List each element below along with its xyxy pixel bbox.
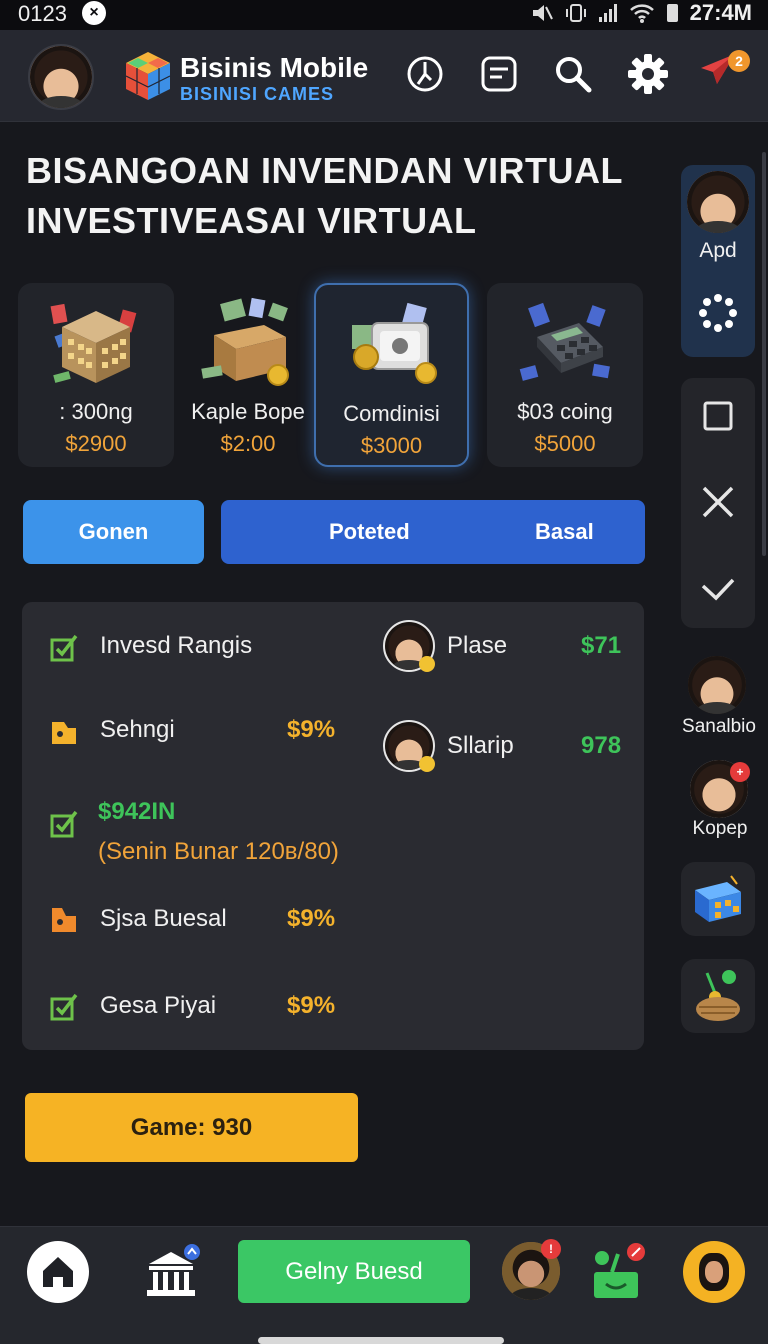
card-price: $3000 bbox=[360, 433, 423, 458]
card-price: $5000 bbox=[534, 431, 596, 456]
home-button[interactable] bbox=[27, 1241, 89, 1303]
player-value: $71 bbox=[581, 632, 622, 659]
player-name: Plase bbox=[447, 632, 508, 659]
checkbox-check-icon[interactable] bbox=[50, 634, 78, 662]
status-icons: 27:4M bbox=[531, 0, 752, 26]
primary-cta-button[interactable]: Gelny Buesd bbox=[238, 1240, 470, 1303]
signal-icon bbox=[598, 4, 617, 22]
coin-badge-icon bbox=[419, 656, 435, 672]
calculator-icon bbox=[519, 302, 610, 381]
investment-card-box[interactable]: Kaple Bope $2:00 bbox=[170, 283, 326, 467]
friend-alert-badge: + bbox=[730, 762, 750, 782]
app-header: Bisinis Mobile BISINISI CAMES bbox=[0, 30, 768, 122]
building-icon bbox=[50, 303, 137, 383]
sidebar-user-label: Apd bbox=[699, 239, 737, 262]
investment-card-safe[interactable]: Comdinisi $3000 bbox=[314, 283, 469, 467]
tag-icon bbox=[52, 908, 76, 932]
coin-badge-icon bbox=[419, 756, 435, 772]
friend-avatar[interactable] bbox=[688, 656, 746, 714]
loading-spinner-icon[interactable] bbox=[698, 293, 738, 333]
investment-card-building[interactable]: : 300ng $2900 bbox=[18, 283, 174, 467]
status-bar: 0123 × 27:4M bbox=[0, 0, 768, 30]
battery-icon bbox=[666, 4, 678, 22]
check-icon[interactable] bbox=[700, 574, 736, 604]
money-basket-icon bbox=[696, 970, 740, 1021]
investment-list-panel: Invesd Rangis Sehngi $9% $942IN (Senin B… bbox=[22, 602, 644, 1050]
tab-gonen[interactable]: Gonen bbox=[23, 500, 204, 564]
sidebar-actions-panel bbox=[681, 378, 755, 628]
friends-alert-badge: ! bbox=[541, 1239, 561, 1259]
status-clock: 27:4M bbox=[689, 0, 752, 25]
sidebar-tile-basket[interactable] bbox=[681, 959, 755, 1033]
checkbox-check-icon[interactable] bbox=[50, 993, 78, 1021]
tab-group: Poteted Basal bbox=[221, 500, 645, 564]
tab-poteted[interactable]: Poteted bbox=[329, 500, 410, 564]
page-title-line1: BISANGOAN INVENDAN VIRTUAL bbox=[26, 150, 624, 191]
card-name: $03 coing bbox=[517, 399, 613, 424]
tag-icon bbox=[52, 722, 76, 744]
game-button[interactable]: Game: 930 bbox=[25, 1093, 358, 1162]
row-value: $9% bbox=[287, 716, 336, 743]
status-left-text: 0123 bbox=[18, 1, 67, 26]
search-icon[interactable] bbox=[553, 54, 593, 94]
tab-basal[interactable]: Basal bbox=[535, 500, 594, 564]
row-value: $9% bbox=[287, 992, 336, 1019]
card-price: $2:00 bbox=[220, 431, 276, 456]
safe-icon bbox=[352, 302, 437, 384]
sidebar-user-panel: Apd bbox=[681, 165, 755, 357]
wallet-icon[interactable] bbox=[479, 54, 519, 94]
close-notification-icon[interactable]: × bbox=[82, 1, 106, 25]
close-icon[interactable] bbox=[700, 484, 736, 520]
card-price: $2900 bbox=[65, 431, 127, 456]
scrollbar[interactable] bbox=[762, 152, 766, 556]
notification-badge: 2 bbox=[728, 50, 750, 72]
cash-box-icon bbox=[201, 297, 289, 386]
home-icon bbox=[43, 1257, 73, 1287]
vibrate-icon bbox=[565, 4, 586, 22]
row-label: Gesa Piyai bbox=[100, 992, 217, 1019]
row-label: Sehngi bbox=[100, 716, 175, 743]
app-title: Bisinis Mobile bbox=[180, 52, 369, 83]
investment-card-calculator[interactable]: $03 coing $5000 bbox=[487, 283, 643, 467]
settings-gear-icon[interactable] bbox=[628, 54, 668, 94]
player-value: 978 bbox=[581, 732, 622, 759]
gift-box-icon[interactable] bbox=[588, 1242, 650, 1302]
row-amount: $942IN bbox=[98, 798, 176, 825]
card-name: Kaple Bope bbox=[191, 399, 305, 424]
app-logo-icon bbox=[125, 52, 171, 100]
row-label: Invesd Rangis bbox=[100, 632, 253, 659]
sidebar-tile-blocks[interactable] bbox=[681, 862, 755, 936]
app-subtitle: BISINISI CAMES bbox=[180, 84, 335, 104]
friend-name: Kopep bbox=[692, 818, 748, 839]
wifi-icon bbox=[629, 4, 654, 23]
blocks-cube-icon bbox=[695, 875, 741, 922]
mute-icon bbox=[532, 5, 553, 21]
square-icon[interactable] bbox=[702, 400, 734, 432]
bank-icon[interactable] bbox=[145, 1244, 201, 1300]
page-title-line2: INVESTIVEASAI VIRTUAL bbox=[26, 200, 477, 241]
home-indicator[interactable] bbox=[258, 1337, 504, 1344]
user-avatar[interactable] bbox=[28, 44, 94, 110]
friend-name: Sanalbio bbox=[682, 716, 756, 737]
row-sublabel: (Senin Bunar 120в/80) bbox=[98, 838, 339, 865]
player-name: Sllarip bbox=[447, 732, 514, 759]
profile-icon bbox=[699, 1253, 729, 1291]
profile-button[interactable] bbox=[683, 1241, 745, 1303]
stats-clock-icon[interactable] bbox=[405, 54, 445, 94]
row-label: Sjsa Buesal bbox=[100, 905, 227, 932]
card-name: Comdinisi bbox=[343, 401, 440, 426]
row-value: $9% bbox=[287, 905, 336, 932]
sidebar-user-avatar[interactable] bbox=[687, 171, 749, 233]
card-name: : 300ng bbox=[59, 399, 133, 424]
checkbox-check-icon[interactable] bbox=[50, 810, 78, 838]
